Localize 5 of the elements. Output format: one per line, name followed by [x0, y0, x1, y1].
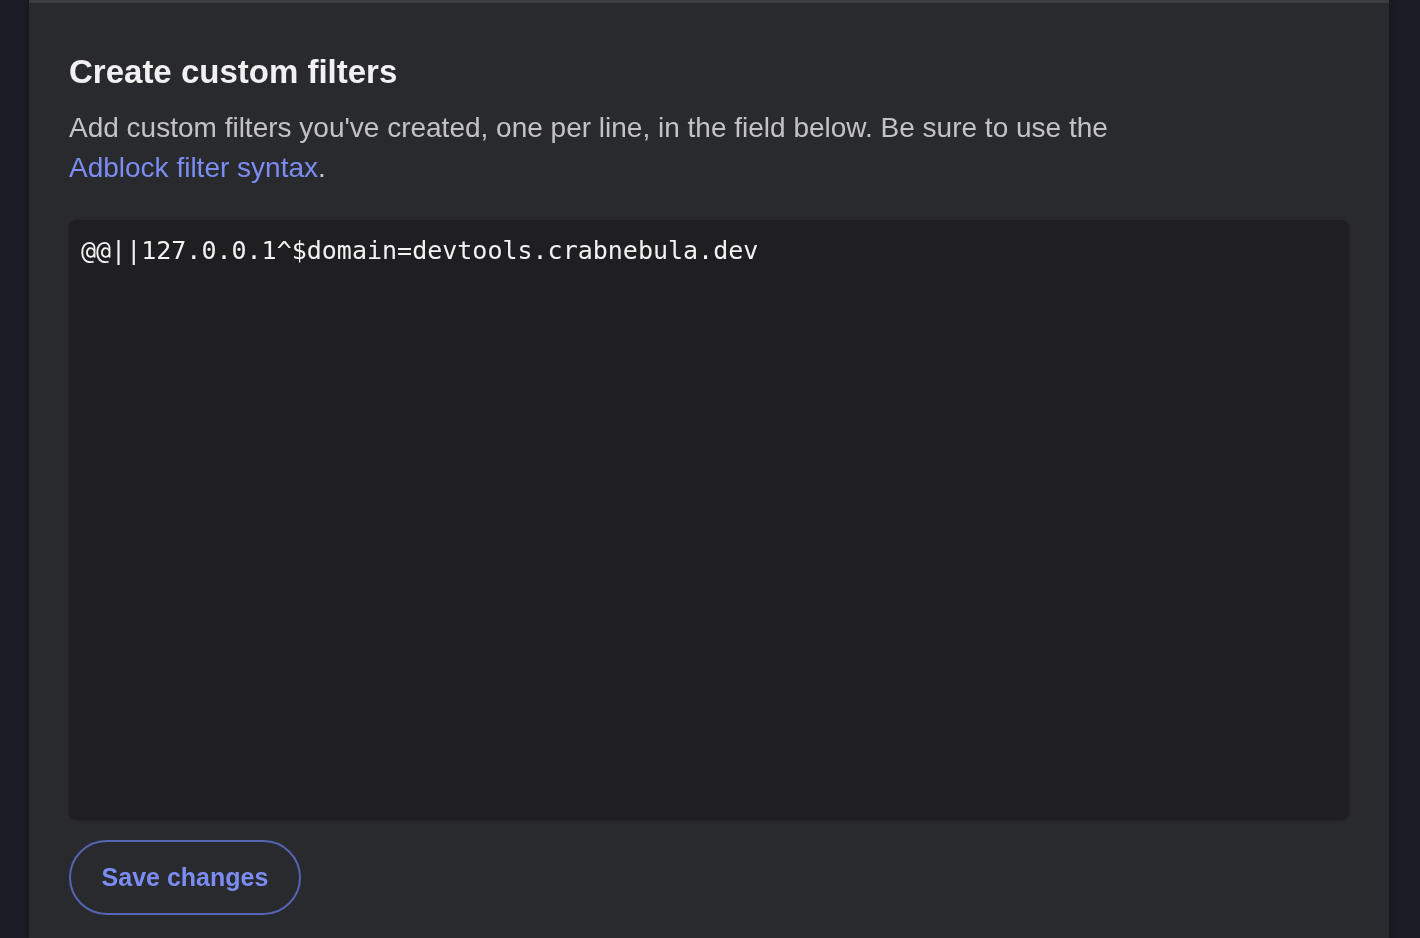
description-text: Add custom filters you've created, one per line, in the field below. Be sure to use the Adblock filter syntax. [69, 111, 1109, 185]
syntax-link[interactable]: Adblock filter syntax [69, 152, 318, 183]
filters-field[interactable]: @@||127.0.0.1^$domain=devtools.crabnebula.dev [69, 220, 1349, 819]
section-title: Create custom filters [69, 52, 398, 92]
save-button[interactable]: Save changes [69, 840, 301, 915]
